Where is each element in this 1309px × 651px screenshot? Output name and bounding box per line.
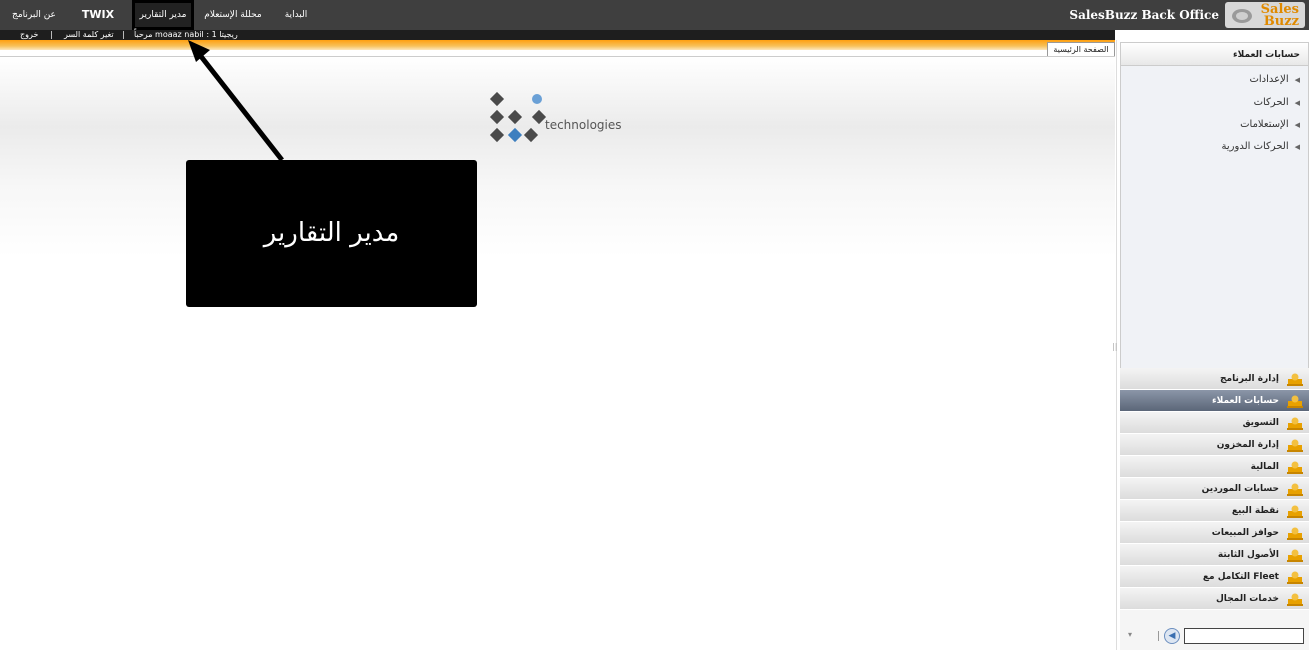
nav-label: إدارة المخزون: [1216, 440, 1279, 450]
sidebar-title: حسابات العملاء: [1120, 42, 1309, 66]
menu-query-analyzer[interactable]: محللة الإستعلام: [200, 0, 266, 30]
nav-label: الأصول الثابتة: [1217, 550, 1279, 560]
module-icon: [1287, 571, 1303, 584]
salesbuzz-logo: Sales Buzz: [1225, 2, 1305, 29]
logo-word-buzz: Buzz: [1263, 14, 1299, 29]
user-bar: خروج | تغير كلمة السر | مرحباً moaaz nab…: [0, 30, 1115, 40]
nav-label: المالية: [1250, 462, 1279, 472]
menu-report-manager[interactable]: مدير التقارير: [132, 0, 194, 30]
nav-label: نقطة البيع: [1231, 506, 1279, 516]
module-icon: [1287, 527, 1303, 540]
module-icon: [1287, 439, 1303, 452]
tree-item-label: الإستعلامات: [1240, 119, 1289, 130]
module-icon: [1287, 395, 1303, 408]
tree-item-recurring-transactions[interactable]: الحركات الدورية ◀: [1222, 141, 1300, 152]
nav-program-management[interactable]: إدارة البرنامج: [1120, 368, 1309, 390]
tab-home[interactable]: الصفحة الرئيسية: [1047, 42, 1115, 57]
menu-twix[interactable]: TWIX: [70, 0, 126, 30]
module-icon: [1287, 483, 1303, 496]
nav-label: التكامل مع Fleet: [1202, 572, 1279, 582]
module-icon: [1287, 373, 1303, 386]
menu-about[interactable]: عن البرنامج: [10, 0, 58, 30]
sidebar: حسابات العملاء الإعدادات ◀ الحركات ◀ الإست…: [1120, 42, 1309, 650]
search-input[interactable]: [1184, 628, 1304, 644]
triangle-left-icon: ◀: [1294, 121, 1300, 129]
tree-item-label: الإعدادات: [1249, 74, 1289, 85]
module-icon: [1287, 461, 1303, 474]
nav-fleet-integration[interactable]: التكامل مع Fleet: [1120, 566, 1309, 588]
nav-marketing[interactable]: التسويق: [1120, 412, 1309, 434]
top-menu-bar: عن البرنامج TWIX مدير التقارير محللة الإ…: [0, 0, 1309, 30]
nav-field-services[interactable]: خدمات المجال: [1120, 588, 1309, 610]
tree-item-settings[interactable]: الإعدادات ◀: [1249, 74, 1300, 85]
nav-finance[interactable]: المالية: [1120, 456, 1309, 478]
sidebar-tree: الإعدادات ◀ الحركات ◀ الإستعلامات ◀ الحركات…: [1120, 66, 1309, 402]
tree-item-label: الحركات الدورية: [1221, 141, 1289, 152]
app-title: SalesBuzz Back Office: [1069, 8, 1219, 22]
nav-label: إدارة البرنامج: [1220, 374, 1279, 384]
sidebar-search-bar: ▾ ◀: [1120, 626, 1309, 646]
user-info: مرحباً moaaz nabil : ريجيتا 1: [134, 30, 238, 39]
triangle-left-icon: ◀: [1294, 99, 1300, 107]
tree-item-label: الحركات: [1253, 97, 1289, 108]
menu-home[interactable]: البداية: [278, 0, 314, 30]
module-icon: [1287, 505, 1303, 518]
tree-item-queries[interactable]: الإستعلامات ◀: [1240, 119, 1300, 130]
accent-strip: [0, 40, 1115, 50]
triangle-left-icon: ◀: [1294, 143, 1300, 151]
nav-label: التسويق: [1242, 418, 1279, 428]
nav-fixed-assets[interactable]: الأصول الثابتة: [1120, 544, 1309, 566]
nav-label: حوافز المبيعات: [1211, 528, 1279, 538]
dropdown-icon[interactable]: ▾: [1128, 630, 1132, 639]
tree-item-transactions[interactable]: الحركات ◀: [1254, 97, 1300, 108]
nav-label: حسابات العملاء: [1212, 396, 1279, 406]
separator: |: [50, 30, 53, 39]
back-arrow-icon[interactable]: ◀: [1164, 628, 1180, 644]
module-icon: [1287, 549, 1303, 562]
technologies-logo-text: technologies: [545, 118, 622, 132]
nav-inventory-management[interactable]: إدارة المخزون: [1120, 434, 1309, 456]
change-password-link[interactable]: تغير كلمة السر: [64, 30, 114, 40]
separator: |: [122, 30, 125, 39]
splitter-handle[interactable]: ||: [1112, 342, 1117, 351]
module-icon: [1287, 593, 1303, 606]
nav-point-of-sale[interactable]: نقطة البيع: [1120, 500, 1309, 522]
nav-supplier-accounts[interactable]: حسابات الموردين: [1120, 478, 1309, 500]
triangle-left-icon: ◀: [1294, 76, 1300, 84]
logout-link[interactable]: خروج: [20, 30, 38, 40]
separator: [1158, 631, 1159, 641]
module-icon: [1287, 417, 1303, 430]
nav-label: حسابات الموردين: [1201, 484, 1279, 494]
logo-mark-icon: [1232, 9, 1252, 23]
callout-box: مدير التقارير: [186, 160, 477, 307]
nav-customer-accounts[interactable]: حسابات العملاء: [1120, 390, 1309, 412]
nav-label: خدمات المجال: [1216, 594, 1279, 604]
nav-sales-incentives[interactable]: حوافز المبيعات: [1120, 522, 1309, 544]
